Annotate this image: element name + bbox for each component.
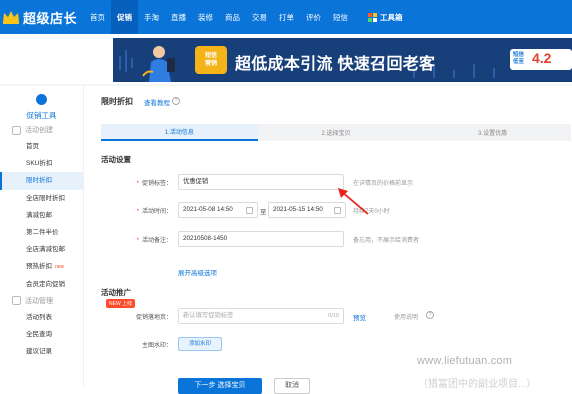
promo-label: 短信 低至 xyxy=(513,52,524,65)
toolbox-icon xyxy=(368,12,377,22)
sidebar-item-label: 预热折扣 xyxy=(26,263,52,271)
red-annotation-arrow xyxy=(338,188,369,215)
start-time-input[interactable]: 2021-05-08 14:50 xyxy=(178,202,258,218)
landing-page-input[interactable]: 新认填写促销标签 0/10 xyxy=(178,308,344,324)
promo-label-2: 低至 xyxy=(513,58,525,65)
sidebar: 促销工具 活动创建 首页 SKU折扣 限时折扣 全店限时折扣 满减包邮 第二件半… xyxy=(0,86,84,387)
tag-line-2: 营销 xyxy=(204,61,217,67)
sidebar-item-member-promotion[interactable]: 会员定向促销 xyxy=(0,276,83,293)
step-set-discount: 3.设置优惠 xyxy=(478,131,508,137)
toolbox-label: 工具箱 xyxy=(380,12,403,22)
landing-placeholder: 新认填写促销标签 xyxy=(183,312,234,319)
sidebar-item-time-limited-discount[interactable]: 限时折扣 xyxy=(0,172,83,190)
nav-goods[interactable]: 商品 xyxy=(219,0,246,34)
calendar-icon xyxy=(246,207,253,214)
add-watermark-button[interactable]: 添加水印 xyxy=(178,337,222,351)
promo-tag-input[interactable]: 优惠促销 xyxy=(178,174,344,190)
promo-tag-label: * 促销标签： xyxy=(136,181,172,187)
nav-review[interactable]: 评价 xyxy=(300,0,327,34)
nav-mobile-taobao[interactable]: 手淘 xyxy=(138,0,165,34)
sidebar-item-store-full-reduction[interactable]: 全店满减包邮 xyxy=(0,241,83,258)
crown-icon xyxy=(3,11,19,24)
label-text: 促销标签： xyxy=(141,181,172,187)
new-badge: new xyxy=(55,264,65,271)
sidebar-item-universal-query[interactable]: 全民查询 xyxy=(0,326,83,343)
nav-trade[interactable]: 交易 xyxy=(246,0,273,34)
nav-home[interactable]: 首页 xyxy=(84,0,111,34)
view-tutorial-link[interactable]: 查看教程 xyxy=(144,97,170,107)
landing-page-label: 促销落地页： xyxy=(135,315,172,321)
settings-section-title: 活动设置 xyxy=(101,155,131,164)
activity-time-label: * 活动时间： xyxy=(136,209,172,215)
note-hint: 备忘用，不展示给消费者 xyxy=(353,238,420,244)
new-online-badge: NEW 上线 xyxy=(106,299,136,308)
end-time-input[interactable]: 2021-05-15 14:50 xyxy=(268,202,346,218)
sidebar-item-second-half-price[interactable]: 第二件半价 xyxy=(0,224,83,241)
sidebar-title: 促销工具 xyxy=(26,111,57,120)
nav-decoration[interactable]: 装修 xyxy=(192,0,219,34)
sidebar-item-suggestion-records[interactable]: 建议记录 xyxy=(0,343,83,360)
sidebar-item-home[interactable]: 首页 xyxy=(0,138,83,155)
sidebar-item-sku-discount[interactable]: SKU折扣 xyxy=(0,155,83,172)
main-image-watermark-label: 主图水印： xyxy=(141,343,172,349)
main-content: 限时折扣 查看教程 ? 1.活动信息 2.选择宝贝 3.设置优惠 活动设置 * 促… xyxy=(84,86,572,394)
group-label: 活动创建 xyxy=(25,127,53,134)
end-time-value: 2021-05-15 14:50 xyxy=(273,206,323,213)
step-select-items: 2.选择宝贝 xyxy=(321,131,351,137)
help-icon[interactable]: ? xyxy=(172,97,180,105)
step-activity-info: 1.活动信息 xyxy=(101,124,258,141)
next-step-button[interactable]: 下一步 选择宝贝 xyxy=(178,378,262,394)
sidebar-item-activity-list[interactable]: 活动列表 xyxy=(0,309,83,326)
help-icon[interactable]: ? xyxy=(426,311,434,319)
person-with-phone-illustration xyxy=(142,46,175,82)
start-time-value: 2021-05-08 14:50 xyxy=(183,206,233,213)
promotion-section-title: 活动推广 xyxy=(101,288,131,297)
preview-link[interactable]: 预览 xyxy=(353,312,366,322)
char-count: 0/10 xyxy=(328,313,339,319)
main-nav: 首页 促销 手淘 直播 装修 商品 交易 打单 评价 短信 xyxy=(84,0,354,34)
nav-promotion[interactable]: 促销 xyxy=(111,0,138,34)
time-separator: 至 xyxy=(260,209,267,216)
sidebar-group-manage: 活动管理 xyxy=(0,293,83,309)
toolbox-menu[interactable]: 工具箱 xyxy=(368,12,403,23)
expand-advanced-options-link[interactable]: 展开高级选项 xyxy=(178,267,217,277)
promo-value: 4.2 xyxy=(532,50,552,66)
sidebar-item-preheat-discount[interactable]: 预热折扣 new xyxy=(0,258,83,275)
site-watermark: www.liefutuan.com xyxy=(417,355,513,367)
price-promo-badge: 短信 低至 4.2 xyxy=(510,49,572,70)
site-watermark-secondary: （猎富团中的副业项目...） xyxy=(418,379,537,390)
group-label: 活动管理 xyxy=(25,297,53,305)
app-name: 超级店长 xyxy=(23,10,78,26)
top-nav-bar: 超级店长 首页 促销 手淘 直播 装修 商品 交易 打单 评价 短信 工具箱 xyxy=(0,0,572,34)
sidebar-item-full-reduction-shipping[interactable]: 满减包邮 xyxy=(0,207,83,224)
sms-marketing-tag: 短信 营销 xyxy=(195,46,227,74)
usage-guide-link[interactable]: 使用说明 xyxy=(394,312,418,321)
sidebar-item-store-time-limited-discount[interactable]: 全店限时折扣 xyxy=(0,190,83,207)
tag-line-1: 短信 xyxy=(204,53,217,59)
nav-live[interactable]: 直播 xyxy=(165,0,192,34)
nav-sms[interactable]: 短信 xyxy=(327,0,354,34)
cancel-button[interactable]: 取消 xyxy=(274,378,310,394)
nav-print[interactable]: 打单 xyxy=(273,0,300,34)
sms-promo-banner[interactable]: 短信 营销 超低成本引流 快速召回老客 短信 低至 4.2 xyxy=(113,38,572,82)
label-text: 活动时间： xyxy=(141,209,172,215)
banner-headline: 超低成本引流 快速召回老客 xyxy=(235,56,436,73)
promo-label-1: 短信 xyxy=(513,52,525,58)
promo-tools-icon xyxy=(36,94,47,105)
activity-note-input[interactable]: 20210508-1450 xyxy=(178,231,344,247)
page-title: 限时折扣 xyxy=(101,97,133,106)
app-logo[interactable]: 超级店长 xyxy=(0,0,84,34)
sidebar-group-create: 活动创建 xyxy=(0,122,83,138)
activity-note-label: * 活动备注： xyxy=(136,238,172,244)
step-progress: 1.活动信息 2.选择宝贝 3.设置优惠 xyxy=(101,124,571,141)
list-icon xyxy=(12,296,21,306)
sidebar-header: 促销工具 xyxy=(0,86,83,122)
edit-icon xyxy=(12,125,21,135)
label-text: 活动备注： xyxy=(141,238,172,244)
